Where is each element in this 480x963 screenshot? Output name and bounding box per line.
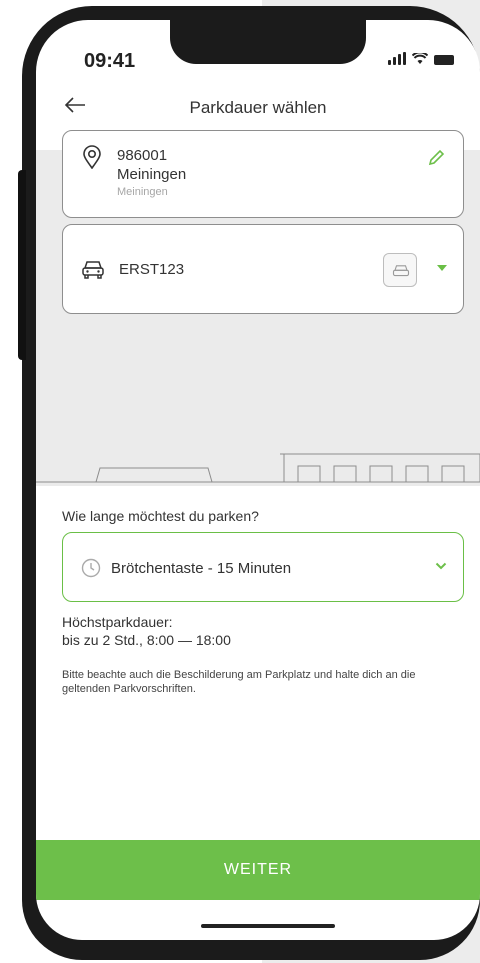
car-icon [392,265,410,277]
max-parking-value: bis zu 2 Std., 8:00 — 18:00 [62,632,231,648]
clock-icon [81,558,101,578]
location-subtitle: Meiningen [117,186,168,198]
vehicle-image-button[interactable] [383,253,417,287]
caret-down-icon[interactable] [437,265,447,271]
location-id: 986001 [117,147,168,164]
pencil-icon [428,149,445,166]
header: Parkdauer wählen [36,90,480,130]
phone-side-button [18,170,26,360]
notch [170,20,366,64]
duration-value: Brötchentaste - 15 Minuten [111,560,292,577]
duration-question: Wie lange möchtest du parken? [62,508,259,524]
page-title: Parkdauer wählen [189,98,327,117]
status-bar: 09:41 [36,20,480,90]
chevron-down-icon [435,562,447,570]
signal-icon [388,52,406,65]
continue-button[interactable]: WEITER [36,840,480,900]
parking-illustration [36,453,480,483]
parking-note: Bitte beachte auch die Beschilderung am … [62,669,416,695]
battery-icon [434,55,454,65]
duration-select[interactable]: Brötchentaste - 15 Minuten [62,532,464,602]
location-name: Meiningen [117,166,187,183]
car-icon [82,261,104,279]
status-time: 09:41 [84,50,136,72]
vehicle-plate: ERST123 [119,261,185,278]
home-indicator [201,924,335,928]
wifi-icon [412,53,428,64]
status-icons [388,52,454,65]
location-pin-icon [83,145,101,169]
vehicle-select[interactable]: ERST123 [62,224,464,314]
edit-location-button[interactable] [427,149,445,172]
max-parking-label: Höchstparkdauer: [62,614,173,630]
location-card[interactable]: 986001 Meiningen Meiningen [62,130,464,218]
app-screen: 09:41 Parkdauer wählen 986001 Meiningen … [36,20,480,940]
